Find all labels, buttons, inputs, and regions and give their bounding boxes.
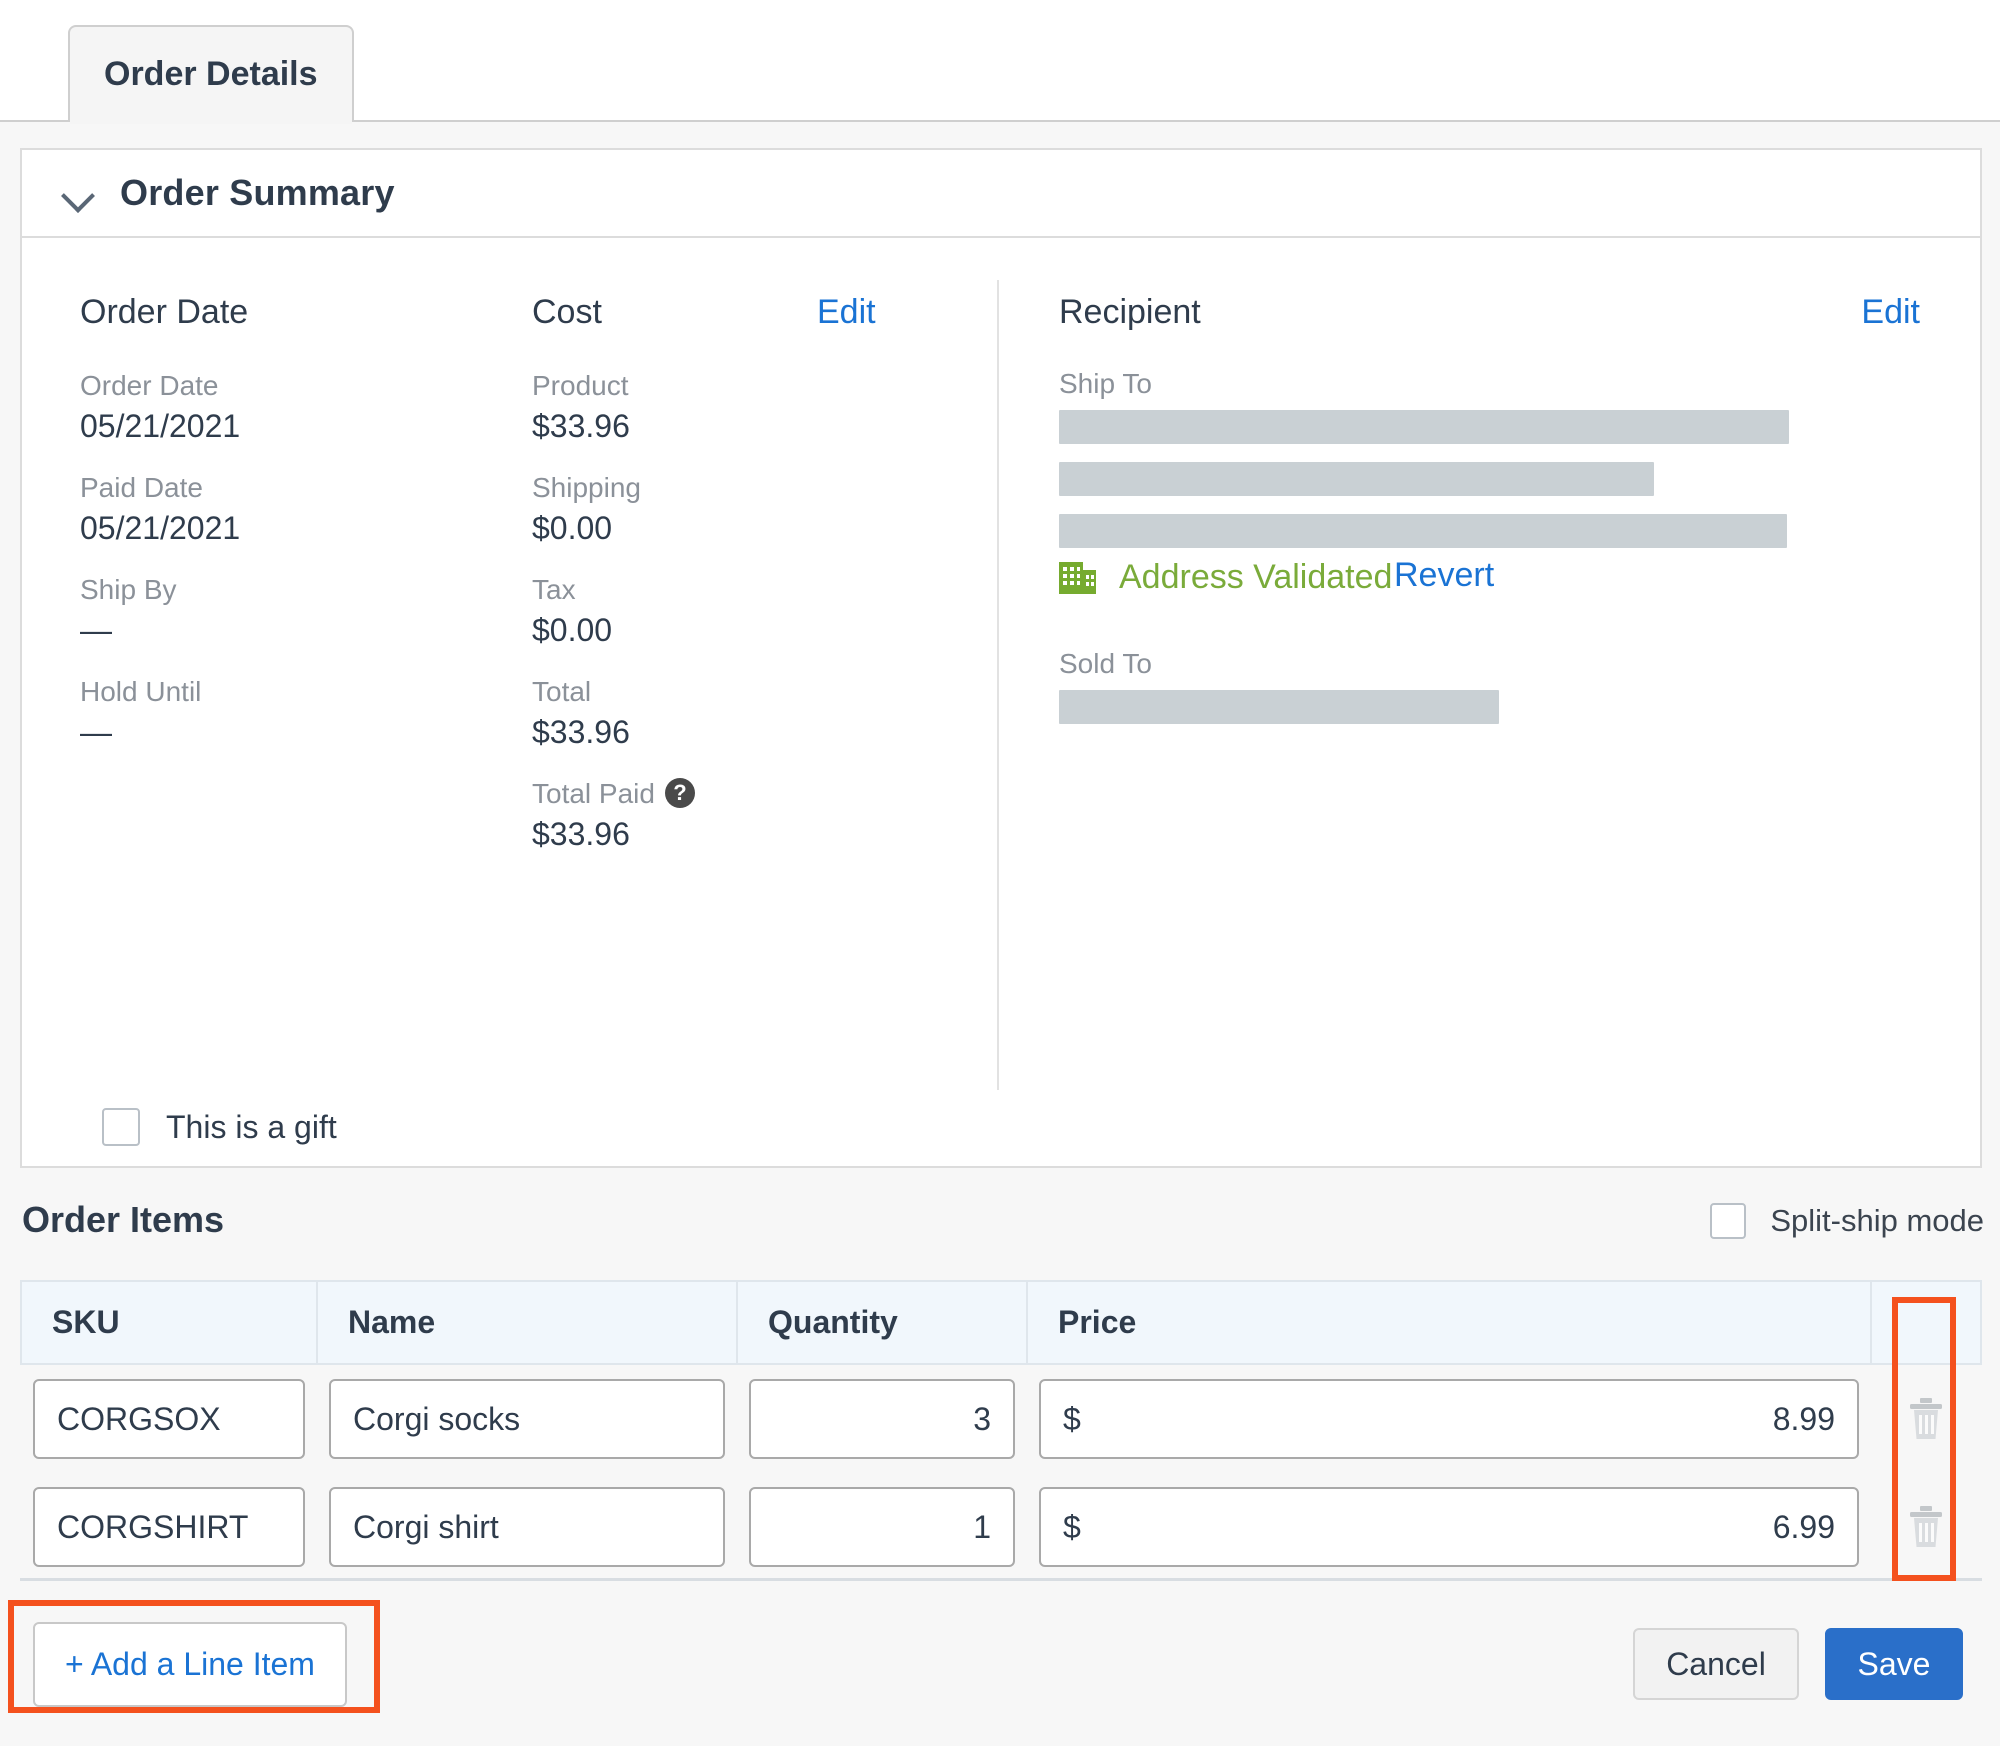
column-header-actions: [1871, 1280, 1982, 1365]
order-summary-card: Order Summary Order Date Order Date 05/2…: [20, 148, 1982, 1168]
cell-name: Corgi shirt: [317, 1473, 737, 1581]
order-summary-header[interactable]: Order Summary: [22, 150, 1980, 238]
ship-to-line-1-redacted: [1059, 410, 1789, 444]
sold-to-line-1-redacted: [1059, 690, 1499, 724]
cell-actions: [1871, 1473, 1981, 1581]
field-ship-by: Ship By —: [80, 574, 177, 648]
delete-row-2-trash-icon[interactable]: [1908, 1505, 1944, 1549]
revert-address-link[interactable]: Revert: [1394, 556, 1494, 595]
field-hold-until: Hold Until —: [80, 676, 202, 750]
name-input-row-2[interactable]: Corgi shirt: [329, 1487, 725, 1567]
sku-input-row-2[interactable]: CORGSHIRT: [33, 1487, 305, 1567]
sku-input-row-1[interactable]: CORGSOX: [33, 1379, 305, 1459]
split-ship-mode-checkbox[interactable]: [1710, 1203, 1747, 1239]
currency-symbol: $: [1063, 1508, 1081, 1545]
ship-to-label: Ship To: [1059, 368, 1152, 399]
gift-checkbox-row[interactable]: This is a gift: [102, 1108, 337, 1146]
table-header-row: SKU Name Quantity Price: [20, 1280, 1982, 1365]
add-line-item-button[interactable]: + Add a Line Item: [33, 1622, 347, 1707]
delete-row-1-trash-icon[interactable]: [1908, 1397, 1944, 1441]
table-bottom-divider: [20, 1578, 1982, 1581]
column-header-quantity: Quantity: [736, 1280, 1028, 1365]
order-summary-body: Order Date Order Date 05/21/2021 Paid Da…: [22, 238, 1980, 1166]
cell-actions: [1871, 1364, 1981, 1473]
help-icon[interactable]: ?: [664, 778, 695, 808]
order-date-heading: Order Date: [80, 293, 249, 331]
field-product-cost: Product $33.96: [532, 370, 630, 444]
split-ship-mode-row[interactable]: Split-ship mode: [1686, 1203, 1984, 1239]
column-header-name: Name: [316, 1280, 738, 1365]
cell-name: Corgi socks: [317, 1364, 737, 1473]
address-validated-label: Address Validated: [1119, 558, 1393, 596]
quantity-input-row-2[interactable]: 1: [749, 1487, 1015, 1567]
split-ship-mode-label: Split-ship mode: [1770, 1203, 1984, 1238]
order-items-title: Order Items: [22, 1199, 225, 1240]
field-total-paid: Total Paid? $33.96: [532, 778, 695, 853]
ship-to-line-2-redacted: [1059, 462, 1654, 496]
edit-recipient-link[interactable]: Edit: [1861, 293, 1920, 332]
order-items-header: Order Items Split-ship mode: [0, 1175, 2000, 1280]
currency-symbol: $: [1063, 1400, 1081, 1437]
quantity-input-row-1[interactable]: 3: [749, 1379, 1015, 1459]
name-input-row-1[interactable]: Corgi socks: [329, 1379, 725, 1459]
order-details-page: Order Details Order Summary Order Date O…: [0, 0, 2000, 1746]
gift-checkbox[interactable]: [102, 1108, 140, 1146]
field-paid-date: Paid Date 05/21/2021: [80, 472, 241, 546]
order-items-table: SKU Name Quantity Price CORGSOX Corgi so…: [20, 1280, 1982, 1581]
cell-quantity: 3: [737, 1364, 1027, 1473]
chevron-down-icon[interactable]: [62, 178, 96, 212]
total-paid-label: Total Paid: [532, 778, 655, 809]
building-icon: [1059, 560, 1097, 596]
cancel-button[interactable]: Cancel: [1633, 1628, 1799, 1700]
gift-checkbox-label: This is a gift: [166, 1108, 337, 1145]
column-header-price: Price: [1026, 1280, 1872, 1365]
column-header-sku: SKU: [20, 1280, 318, 1365]
price-input-row-1[interactable]: $ 8.99: [1039, 1379, 1859, 1459]
cell-sku: CORGSHIRT: [21, 1473, 317, 1581]
table-row: CORGSHIRT Corgi shirt 1 $ 6.99: [21, 1473, 1981, 1581]
address-validated-status: Address Validated: [1059, 558, 1392, 597]
tab-strip: Order Details: [0, 0, 2000, 124]
sold-to-label: Sold To: [1059, 648, 1152, 679]
ship-to-line-3-redacted: [1059, 514, 1787, 548]
cell-price: $ 8.99: [1027, 1364, 1871, 1473]
cell-sku: CORGSOX: [21, 1364, 317, 1473]
field-shipping-cost: Shipping $0.00: [532, 472, 641, 546]
field-tax: Tax $0.00: [532, 574, 613, 648]
field-total: Total $33.96: [532, 676, 630, 750]
cell-price: $ 6.99: [1027, 1473, 1871, 1581]
field-order-date: Order Date 05/21/2021: [80, 370, 241, 444]
recipient-heading: Recipient: [1059, 293, 1201, 331]
tab-order-details-label: Order Details: [104, 55, 318, 93]
table-row: CORGSOX Corgi socks 3 $ 8.99: [21, 1364, 1981, 1473]
tab-order-details[interactable]: Order Details: [68, 25, 354, 124]
order-summary-title: Order Summary: [120, 172, 395, 213]
cost-heading: Cost: [532, 293, 602, 331]
price-value-row-2: 6.99: [1772, 1508, 1835, 1545]
edit-cost-link[interactable]: Edit: [817, 293, 876, 332]
save-button[interactable]: Save: [1825, 1628, 1963, 1700]
recipient-column: Recipient Edit Ship To Address Validated…: [997, 280, 1982, 1090]
order-summary-left-column: Order Date Order Date 05/21/2021 Paid Da…: [22, 238, 997, 1166]
price-value-row-1: 8.99: [1772, 1400, 1835, 1437]
price-input-row-2[interactable]: $ 6.99: [1039, 1487, 1859, 1567]
cell-quantity: 1: [737, 1473, 1027, 1581]
